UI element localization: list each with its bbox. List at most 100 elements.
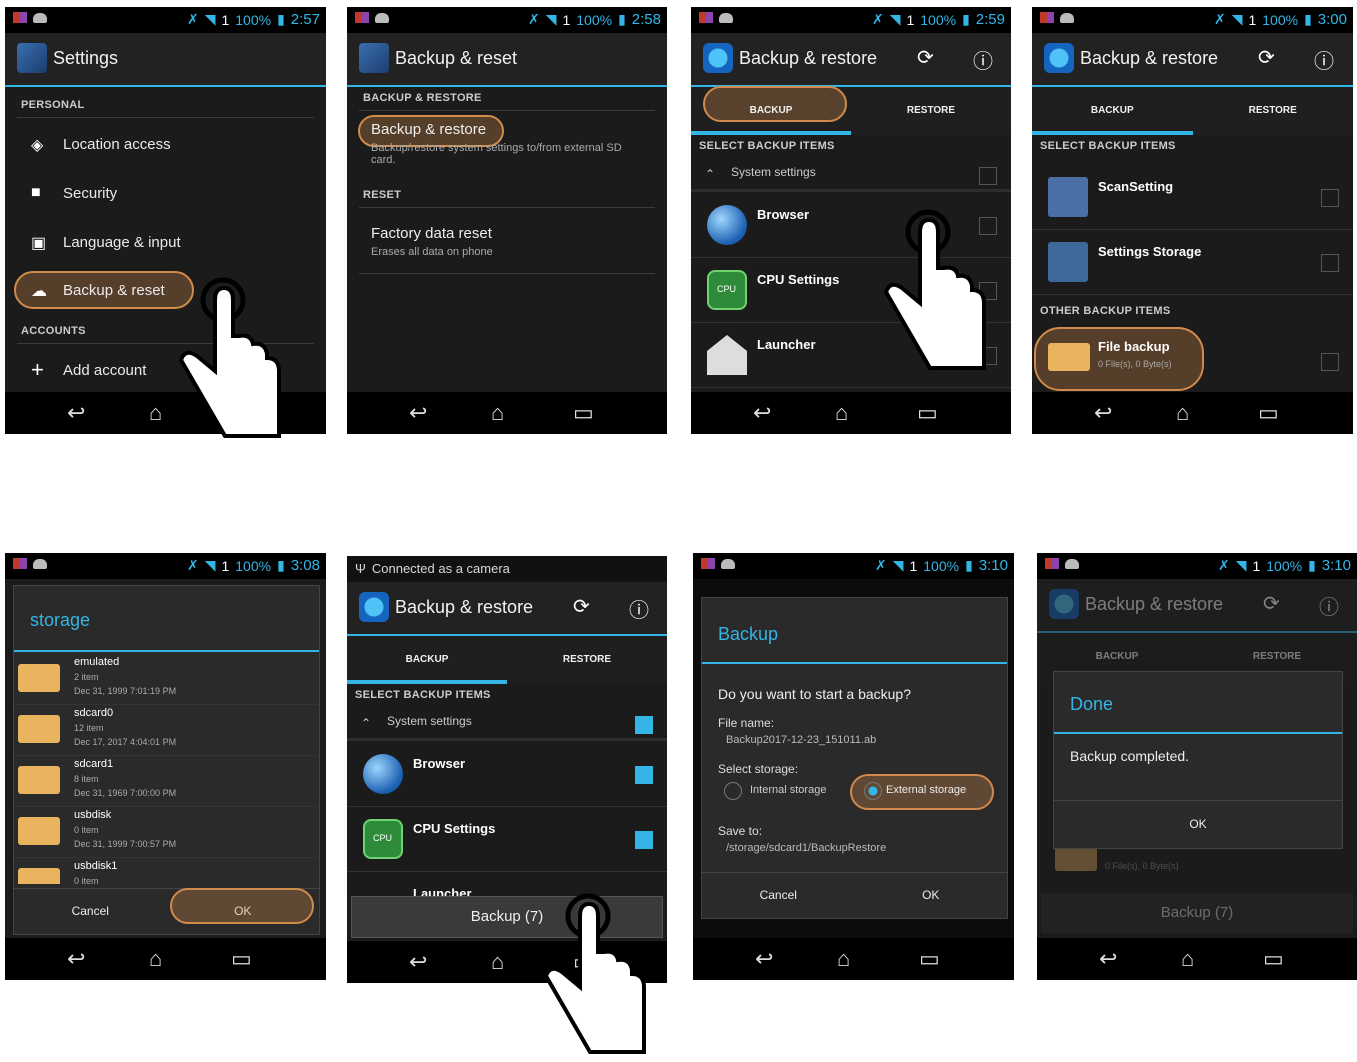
- tab-restore[interactable]: RESTORE: [1193, 105, 1354, 116]
- radio-external[interactable]: External storage: [864, 782, 994, 802]
- settings-item-security[interactable]: ■ Security: [5, 170, 326, 218]
- system-settings-group[interactable]: ⌃ System settings: [347, 708, 667, 741]
- info-icon[interactable]: ⓘ: [973, 45, 993, 74]
- radio-internal[interactable]: Internal storage: [724, 782, 854, 802]
- tab-backup[interactable]: BACKUP: [347, 654, 507, 665]
- mute-icon: ✗: [527, 11, 540, 27]
- home-icon[interactable]: ⌂: [835, 400, 848, 426]
- folder-row[interactable]: sdcard1 8 item Dec 31, 1969 7:00:00 PM: [14, 756, 319, 807]
- file-name-value: Backup2017-12-23_151011.ab: [726, 734, 877, 746]
- back-icon[interactable]: ↩: [409, 400, 427, 426]
- home-icon[interactable]: ⌂: [491, 949, 504, 975]
- home-icon[interactable]: ⌂: [837, 946, 850, 972]
- battery-icon: ▮: [277, 557, 285, 573]
- tab-restore: RESTORE: [1252, 651, 1302, 662]
- file-name-label: File name:: [718, 716, 775, 730]
- screen-backup-dialog: ✗ ◥ 1 100% ▮ 3:10 Backup Do you want to start…: [693, 553, 1014, 980]
- action-bar: Settings: [5, 33, 326, 87]
- item-scansetting[interactable]: ScanSetting: [1032, 165, 1353, 230]
- mute-icon: ✗: [874, 557, 887, 573]
- backup-restore-app-icon: [359, 592, 389, 622]
- item-file-backup[interactable]: File backup 0 File(s), 0 Byte(s): [1032, 325, 1353, 389]
- select-storage-label: Select storage:: [718, 762, 799, 776]
- action-bar: Backup & restore ⟳ ⓘ: [347, 582, 667, 636]
- wifi-icon: ◥: [889, 11, 901, 27]
- nav-bar: ↩ ⌂ ▭: [5, 938, 326, 980]
- folder-row[interactable]: usbdisk1 0 item: [14, 858, 319, 884]
- radio-icon: [724, 782, 742, 800]
- folder-row[interactable]: emulated 2 item Dec 31, 1999 7:01:19 PM: [14, 654, 319, 705]
- home-icon[interactable]: ⌂: [149, 400, 162, 426]
- checkbox-checked[interactable]: [635, 716, 653, 734]
- action-bar: Backup & restore ⟳ ⓘ: [1032, 33, 1353, 87]
- settings-item-location[interactable]: ◈ Location access: [5, 121, 326, 169]
- wifi-icon: ◥: [1231, 11, 1243, 27]
- app-item-browser[interactable]: Browser: [347, 742, 667, 807]
- backup-restore-app-icon: [1049, 589, 1079, 619]
- clock: 3:10: [978, 557, 1008, 574]
- highlight-backup-tab: [703, 86, 847, 122]
- home-icon[interactable]: ⌂: [1181, 946, 1194, 972]
- battery-icon: ▮: [1304, 11, 1312, 27]
- back-icon[interactable]: ↩: [67, 400, 85, 426]
- flag-icon: [355, 12, 369, 23]
- back-icon[interactable]: ↩: [1094, 400, 1112, 426]
- tab-backup[interactable]: BACKUP: [1032, 105, 1193, 116]
- page-title: Backup & restore: [395, 597, 534, 617]
- item-settings-storage[interactable]: Settings Storage: [1032, 230, 1353, 295]
- flag-icon: [699, 12, 713, 23]
- cancel-button[interactable]: Cancel: [702, 888, 855, 902]
- other-backup-items-header: OTHER BACKUP ITEMS: [1040, 305, 1171, 317]
- recents-icon[interactable]: ▭: [231, 946, 252, 972]
- hand-pointer-icon: [543, 893, 646, 1054]
- settings-item-language[interactable]: ▣ Language & input: [5, 219, 326, 267]
- sync-icon[interactable]: ⟳: [917, 45, 934, 70]
- section-reset: RESET: [363, 189, 402, 201]
- info-icon[interactable]: ⓘ: [629, 594, 649, 623]
- checkbox-checked[interactable]: [635, 766, 653, 784]
- back-icon[interactable]: ↩: [753, 400, 771, 426]
- settings-icon[interactable]: [359, 43, 389, 73]
- ok-button[interactable]: OK: [1054, 800, 1342, 847]
- home-icon[interactable]: ⌂: [149, 946, 162, 972]
- recents-icon[interactable]: ▭: [1258, 400, 1279, 426]
- checkbox[interactable]: [1321, 353, 1339, 371]
- back-icon[interactable]: ↩: [1099, 946, 1117, 972]
- recents-icon[interactable]: ▭: [573, 400, 594, 426]
- sync-icon[interactable]: ⟳: [573, 594, 590, 619]
- recents-icon[interactable]: ▭: [1263, 946, 1284, 972]
- app-item-cpu-settings[interactable]: CPU Settings: [347, 807, 667, 872]
- folder-row[interactable]: sdcard0 12 item Dec 17, 2017 4:04:01 PM: [14, 705, 319, 756]
- ok-button[interactable]: OK: [855, 888, 1008, 902]
- flag-icon: [13, 558, 27, 569]
- page-title: Backup & restore: [739, 48, 878, 68]
- info-icon[interactable]: ⓘ: [1314, 45, 1334, 74]
- home-icon[interactable]: ⌂: [1176, 400, 1189, 426]
- cancel-button[interactable]: Cancel: [14, 904, 167, 918]
- factory-reset-item[interactable]: Factory data reset Erases all data on ph…: [371, 225, 657, 269]
- home-icon[interactable]: ⌂: [491, 400, 504, 426]
- page-title: Backup & restore: [1085, 594, 1224, 614]
- back-icon[interactable]: ↩: [67, 946, 85, 972]
- android-icon: [33, 558, 47, 569]
- back-icon[interactable]: ↩: [755, 946, 773, 972]
- mute-icon: ✗: [871, 11, 884, 27]
- back-icon[interactable]: ↩: [409, 949, 427, 975]
- sync-icon[interactable]: ⟳: [1258, 45, 1275, 70]
- backup-restore-item[interactable]: Backup & restore Backup/restore system s…: [371, 121, 657, 173]
- tab-backup[interactable]: BACKUP: [691, 105, 851, 116]
- tab-restore[interactable]: RESTORE: [851, 105, 1011, 116]
- system-settings-group[interactable]: ⌃ System settings: [691, 159, 1011, 192]
- checkbox[interactable]: [1321, 254, 1339, 272]
- folder-icon: [1048, 337, 1090, 377]
- checkbox[interactable]: [1321, 189, 1339, 207]
- tab-restore[interactable]: RESTORE: [507, 654, 667, 665]
- checkbox-checked[interactable]: [635, 831, 653, 849]
- clock: 3:10: [1321, 557, 1351, 574]
- checkbox[interactable]: [979, 167, 997, 185]
- flag-icon: [13, 12, 27, 23]
- folder-row[interactable]: usbdisk 0 item Dec 31, 1999 7:00:57 PM: [14, 807, 319, 858]
- recents-icon[interactable]: ▭: [917, 400, 938, 426]
- android-icon: [721, 558, 735, 569]
- recents-icon[interactable]: ▭: [919, 946, 940, 972]
